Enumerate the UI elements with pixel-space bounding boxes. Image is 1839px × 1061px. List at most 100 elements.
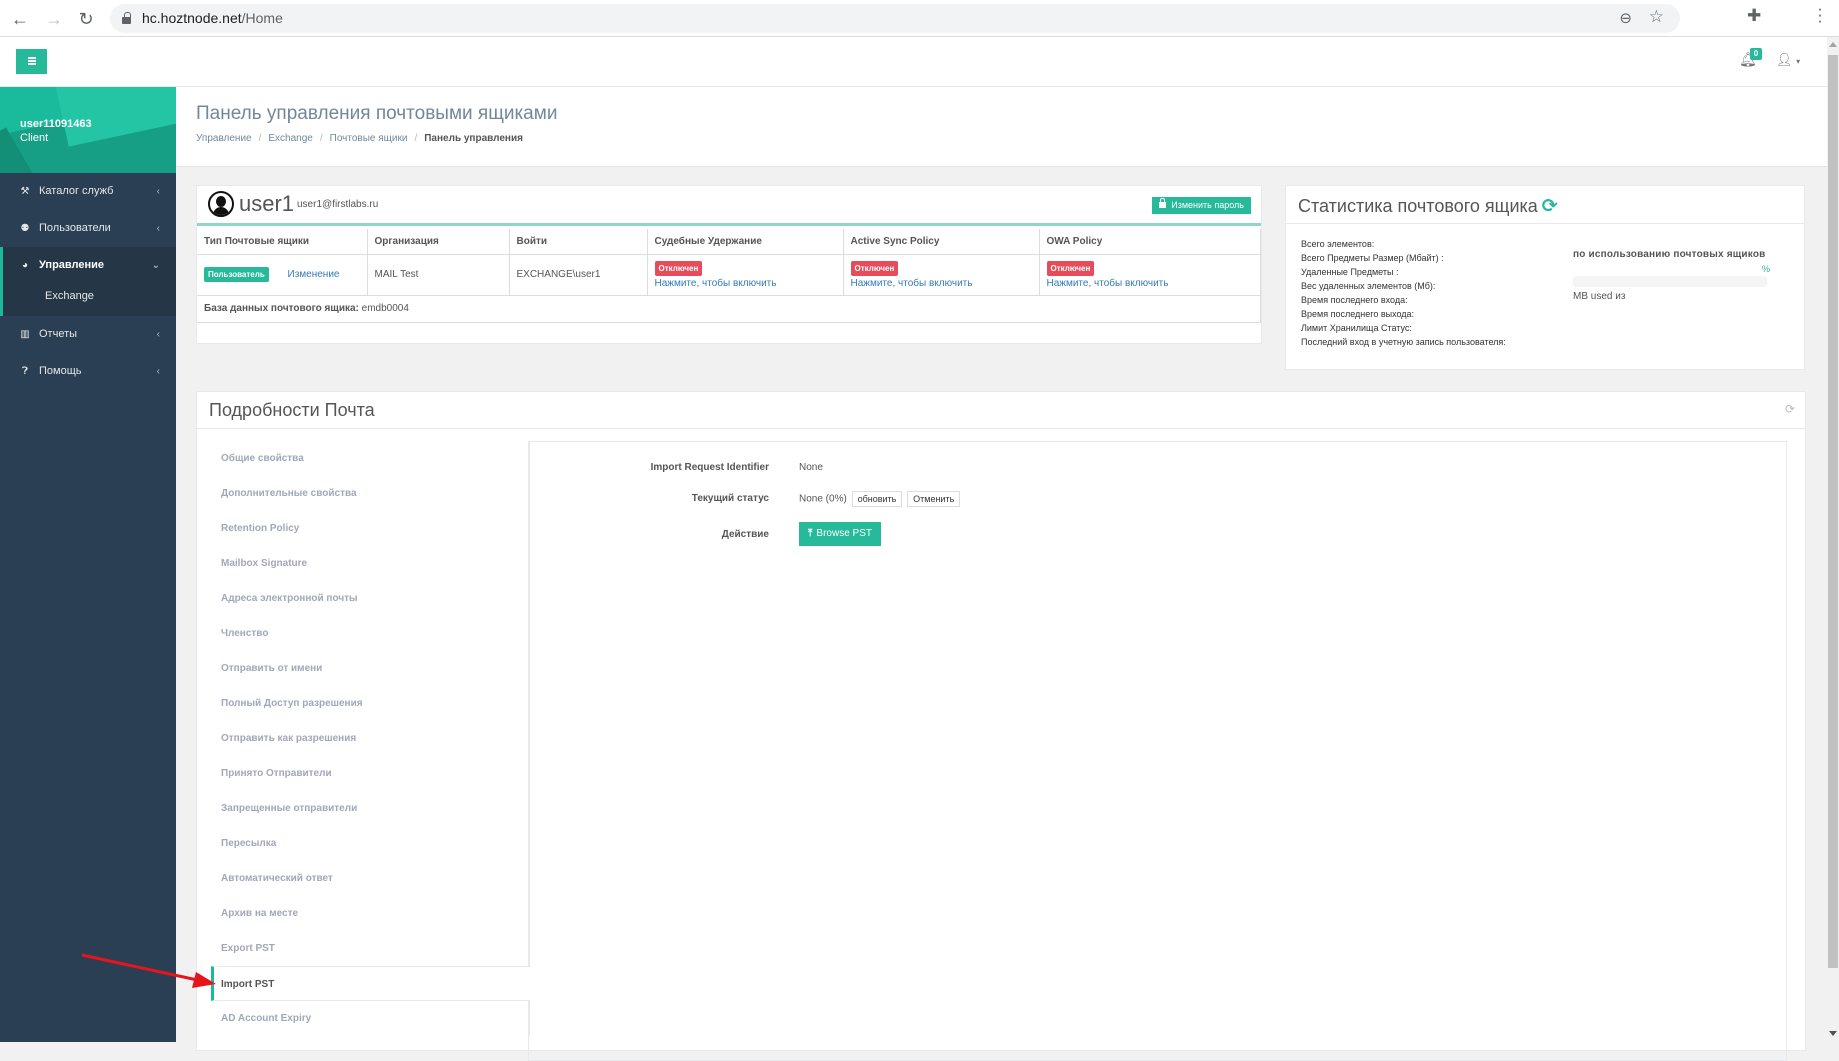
url-text[interactable]: hc.hoztnode.net/Home [142, 10, 283, 26]
sidebar-item-users[interactable]: ⚉ Пользователи ‹ [0, 210, 176, 247]
bar-chart-icon: ▥ [20, 329, 30, 340]
browser-toolbar: ← → ↻ hc.hoztnode.net/Home ⊖ ☆ ✚ · · · [0, 0, 1839, 37]
tab-ad-account-expiry[interactable]: AD Account Expiry [213, 1001, 530, 1036]
column-header: Судебные Удержание [646, 229, 844, 255]
sidebar-item-catalog[interactable]: ⚒ Каталог служб ‹ [0, 173, 176, 210]
database-row: База данных почтового ящика: emdb0004 [197, 294, 1261, 323]
cell-litigation-hold: Отключен Нажмите, чтобы включить [646, 253, 844, 296]
star-icon[interactable]: ☆ [1649, 7, 1664, 27]
back-arrow-icon[interactable]: ← [8, 7, 32, 31]
enable-owa-link[interactable]: Нажмите, чтобы включить [1047, 278, 1261, 289]
stats-labels: Всего элементов: Всего Предметы Размер (… [1301, 237, 1506, 349]
breadcrumb-management[interactable]: Управление [196, 133, 252, 144]
browse-pst-button[interactable]: ⤒ Browse PST [799, 522, 881, 546]
stat-label: Всего элементов: [1301, 239, 1375, 249]
status-badge: Отключен [850, 260, 899, 276]
divider [197, 428, 1805, 429]
stat-label: Всего Предметы Размер (Мбайт) : [1301, 253, 1444, 263]
address-bar[interactable]: hc.hoztnode.net/Home ⊖ ☆ [110, 4, 1680, 33]
reload-icon[interactable]: ↻ [74, 7, 98, 31]
kebab-menu-icon[interactable]: · · · [1815, 0, 1825, 29]
tab-mailbox-signature[interactable]: Mailbox Signature [213, 546, 530, 581]
refresh-status-button[interactable]: обновить [851, 491, 903, 507]
divider [1286, 223, 1804, 224]
action-value: ⤒ Browse PST [799, 522, 881, 546]
cell-owa-policy: Отключен Нажмите, чтобы включить [1038, 253, 1261, 296]
user-dropdown[interactable]: 👤︎ ▾ [1776, 52, 1800, 68]
sidebar-item-label: Отчеты [39, 328, 78, 340]
scroll-up-arrow-icon[interactable] [1829, 42, 1837, 47]
puzzle-icon[interactable]: ✚ [1747, 6, 1761, 26]
chevron-left-icon: ‹ [156, 329, 160, 340]
breadcrumb-mailboxes[interactable]: Почтовые ящики [330, 133, 408, 144]
mailbox-info-table: Тип Почтовые ящики Организация Войти Суд… [197, 229, 1261, 323]
gavel-icon: ⚒ [20, 186, 30, 197]
tab-архив-на-месте[interactable]: Архив на месте [213, 896, 530, 931]
change-type-link[interactable]: Изменение [288, 269, 340, 280]
stat-label: Время последнего выхода: [1301, 309, 1415, 319]
sidebar-item-management[interactable]: ◕ Управление ⌄ [0, 247, 176, 284]
hamburger-icon-line [28, 63, 36, 65]
menu-toggle-button[interactable] [16, 49, 47, 74]
change-password-button[interactable]: Изменить пароль [1152, 197, 1251, 214]
tab-полный-доступ-разрешения[interactable]: Полный Доступ разрешения [213, 686, 530, 721]
breadcrumb-exchange[interactable]: Exchange [268, 133, 312, 144]
sidebar-item-reports[interactable]: ▥ Отчеты ‹ [0, 316, 176, 353]
user-avatar-icon [208, 191, 234, 217]
browse-pst-label: Browse PST [816, 528, 872, 539]
enable-litigation-link[interactable]: Нажмите, чтобы включить [655, 278, 843, 289]
tab-запрещенные-отправители[interactable]: Запрещенные отправители [213, 791, 530, 826]
tab-членство[interactable]: Членство [213, 616, 530, 651]
import-identifier-value: None [799, 462, 823, 473]
import-identifier-label: Import Request Identifier [650, 462, 769, 473]
upload-icon: ⤒ [808, 528, 813, 539]
forward-arrow-icon[interactable]: → [42, 7, 66, 31]
hamburger-icon [28, 57, 36, 59]
sidebar-subitem-exchange[interactable]: Exchange [0, 284, 176, 308]
user-panel-header: user1 user1@firstlabs.ru Изменить пароль [197, 186, 1261, 226]
tab-отправить-как-разрешения[interactable]: Отправить как разрешения [213, 721, 530, 756]
database-value: emdb0004 [361, 303, 409, 314]
breadcrumb: Управление / Exchange / Почтовые ящики / Панел… [196, 133, 523, 144]
details-title: Подробности Почта [209, 400, 375, 420]
cell-database: База данных почтового ящика: emdb0004 [197, 294, 1261, 323]
tab-export-pst[interactable]: Export PST [213, 931, 530, 966]
tab-общие-свойства[interactable]: Общие свойства [213, 441, 530, 476]
current-status-value-group: None (0%) обновить Отменить [799, 491, 961, 507]
profile-username: user11091463 [20, 118, 92, 130]
breadcrumb-separator: / [414, 133, 418, 144]
refresh-icon[interactable]: ⟳ [1785, 402, 1795, 416]
profile-role: Client [20, 132, 49, 144]
tab-import-pst[interactable]: Import PST [211, 966, 530, 1001]
caret-down-icon: ▾ [1796, 57, 1801, 66]
refresh-icon[interactable]: ⟳ [1542, 196, 1558, 217]
usage-progress-bar [1573, 276, 1767, 287]
stat-label: Удаленные Предметы : [1301, 267, 1399, 277]
tab-отправить-от-имени[interactable]: Отправить от имени [213, 651, 530, 686]
zoom-out-icon[interactable]: ⊖ [1619, 9, 1632, 27]
chevron-down-icon: ⌄ [151, 260, 160, 271]
chevron-left-icon: ‹ [156, 366, 160, 377]
scrollbar-thumb[interactable] [1828, 55, 1838, 968]
page-scrollbar[interactable] [1827, 37, 1839, 1042]
current-status-value: None (0%) [799, 493, 847, 505]
tab-retention-policy[interactable]: Retention Policy [213, 511, 530, 546]
stats-title: Статистика почтового ящика ⟳ [1298, 195, 1558, 218]
users-icon: ⚉ [20, 223, 30, 234]
cancel-import-button[interactable]: Отменить [907, 491, 961, 507]
user-icon: 👤︎ [1776, 52, 1793, 67]
table-row: Пользователь Изменение MAIL Test EXCHANG… [197, 253, 1261, 296]
sidebar-item-help[interactable]: ❓︎ Помощь ‹ [0, 353, 176, 390]
profile-header: user11091463 Client [0, 87, 176, 173]
enable-activesync-link[interactable]: Нажмите, чтобы включить [851, 278, 1039, 289]
tab-дополнительные-свойства[interactable]: Дополнительные свойства [213, 476, 530, 511]
tab-пересылка[interactable]: Пересылка [213, 826, 530, 861]
status-badge: Отключен [1046, 260, 1095, 276]
column-header: OWA Policy [1038, 229, 1261, 255]
top-navbar: 🔔︎ 0 👤︎ ▾ [0, 37, 1827, 87]
tab-адреса-электронной-почты[interactable]: Адреса электронной почты [213, 581, 530, 616]
sidebar-item-label: Помощь [39, 365, 82, 377]
scroll-down-arrow-icon[interactable] [1829, 1031, 1837, 1036]
tab-автоматический-ответ[interactable]: Автоматический ответ [213, 861, 530, 896]
tab-принято-отправители[interactable]: Принято Отправители [213, 756, 530, 791]
